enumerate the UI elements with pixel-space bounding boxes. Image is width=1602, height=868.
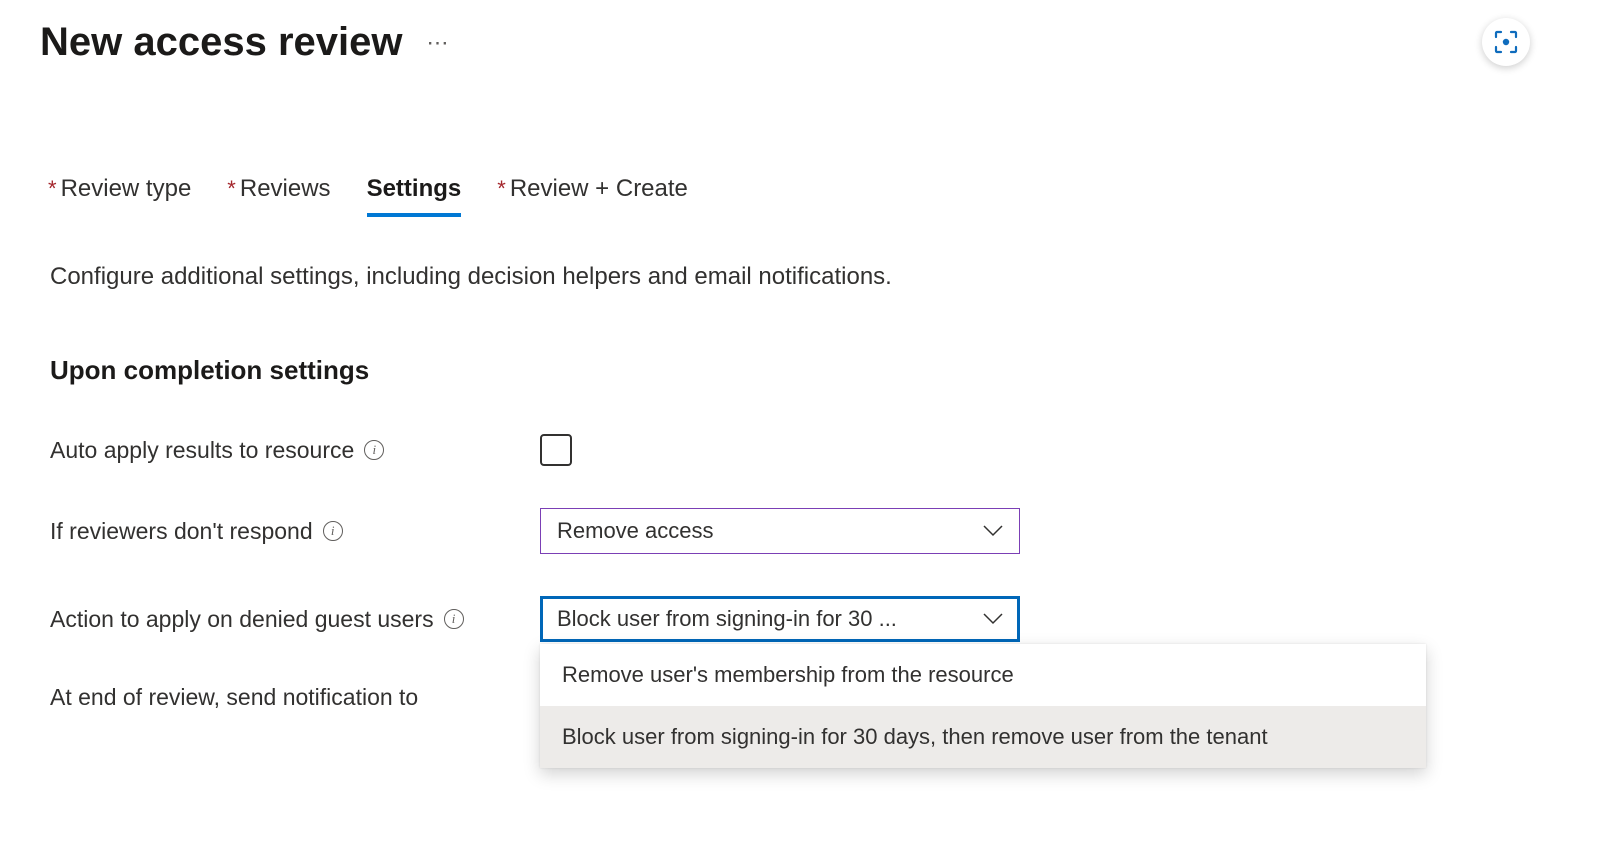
notify-label: At end of review, send notification to	[50, 684, 418, 711]
chevron-down-icon	[983, 613, 1003, 625]
tab-list: * Review type * Reviews Settings * Revie…	[40, 175, 1562, 215]
denied-guest-label: Action to apply on denied guest users	[50, 606, 434, 633]
required-asterisk-icon: *	[227, 176, 236, 202]
info-icon[interactable]: i	[323, 521, 343, 541]
denied-guest-dropdown: Remove user's membership from the resour…	[540, 644, 1426, 768]
tab-label: Settings	[367, 175, 462, 203]
auto-apply-label: Auto apply results to resource	[50, 437, 354, 464]
page-header: New access review ⋯	[40, 20, 1562, 65]
row-auto-apply: Auto apply results to resource i	[40, 434, 1562, 466]
chevron-down-icon	[983, 525, 1003, 537]
tab-review-create[interactable]: * Review + Create	[497, 175, 688, 215]
required-asterisk-icon: *	[48, 176, 57, 202]
auto-apply-checkbox[interactable]	[540, 434, 572, 466]
tab-label: Review type	[61, 175, 192, 203]
no-respond-select[interactable]: Remove access	[540, 508, 1020, 554]
row-no-respond: If reviewers don't respond i Remove acce…	[40, 508, 1562, 554]
denied-guest-select[interactable]: Block user from signing-in for 30 ...	[540, 596, 1020, 642]
tab-description: Configure additional settings, including…	[40, 263, 1562, 291]
section-heading: Upon completion settings	[40, 355, 1562, 386]
tab-label: Review + Create	[510, 175, 688, 203]
select-value: Remove access	[557, 518, 971, 544]
tab-label: Reviews	[240, 175, 331, 203]
camera-focus-icon	[1493, 29, 1519, 55]
select-value: Block user from signing-in for 30 ...	[557, 606, 971, 632]
tab-reviews[interactable]: * Reviews	[227, 175, 330, 215]
no-respond-label: If reviewers don't respond	[50, 518, 313, 545]
info-icon[interactable]: i	[364, 440, 384, 460]
dropdown-option-block-signin[interactable]: Block user from signing-in for 30 days, …	[540, 706, 1426, 768]
tab-settings[interactable]: Settings	[367, 175, 462, 215]
dropdown-option-remove-membership[interactable]: Remove user's membership from the resour…	[540, 644, 1426, 706]
screen-capture-button[interactable]	[1482, 18, 1530, 66]
required-asterisk-icon: *	[497, 176, 506, 202]
more-menu-button[interactable]: ⋯	[426, 30, 450, 56]
tab-review-type[interactable]: * Review type	[48, 175, 191, 215]
info-icon[interactable]: i	[444, 609, 464, 629]
row-denied-guest: Action to apply on denied guest users i …	[40, 596, 1562, 642]
page-title: New access review	[40, 20, 402, 65]
